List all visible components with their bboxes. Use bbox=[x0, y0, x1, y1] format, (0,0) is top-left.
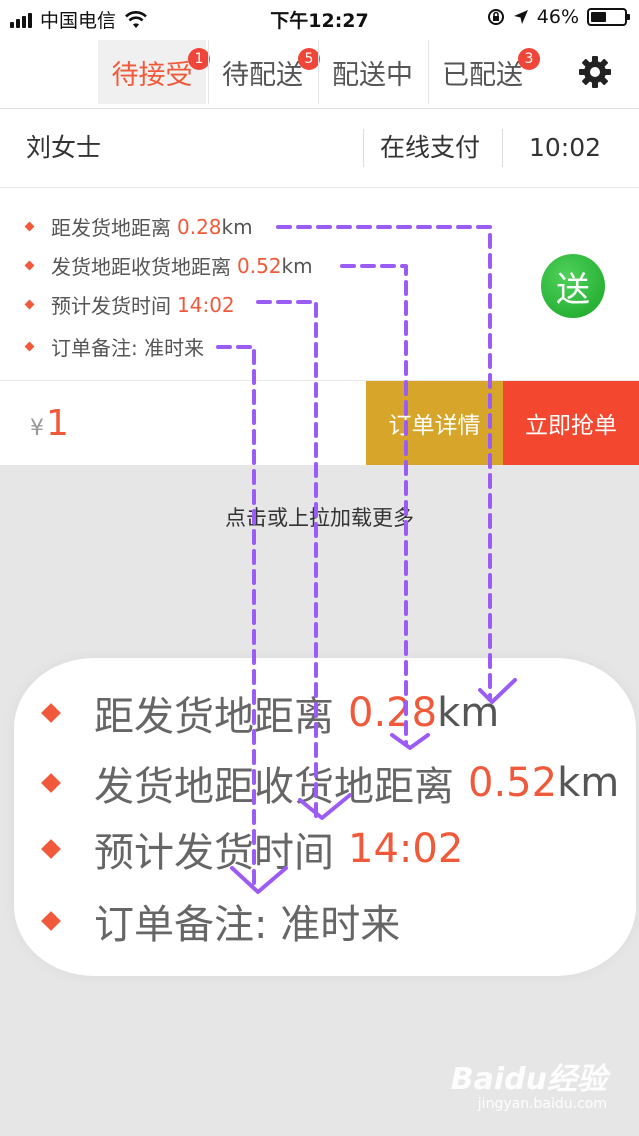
zoom-label: 预计发货时间 bbox=[94, 830, 334, 876]
bullet-icon bbox=[41, 911, 61, 931]
zoom-unit: km bbox=[437, 690, 500, 736]
tab-pending-delivery[interactable]: 待配送 5 bbox=[208, 40, 320, 104]
battery-percent: 46% bbox=[536, 6, 579, 28]
bullet-icon bbox=[24, 299, 35, 310]
tab-badge: 3 bbox=[518, 48, 540, 70]
tab-pending-accept[interactable]: 待接受 1 bbox=[98, 40, 210, 104]
detail-unit: km bbox=[281, 253, 313, 278]
zoom-value: 0.28 bbox=[348, 690, 438, 736]
tab-delivering[interactable]: 配送中 bbox=[318, 40, 426, 104]
order-details: 距发货地距离 0.28 km 发货地距收货地距离 0.52 km 预计发货时间 … bbox=[0, 188, 639, 381]
order-tab-bar: 待接受 1 待配送 5 配送中 已配送 3 bbox=[0, 36, 639, 109]
zoom-label: 发货地距收货地距离 bbox=[94, 764, 454, 810]
watermark-url: jingyan.baidu.com bbox=[477, 1096, 607, 1112]
detail-pickup-distance: 距发货地距离 0.28 km bbox=[24, 212, 253, 241]
zoom-value: 0.52 bbox=[468, 760, 558, 806]
zoom-value: 14:02 bbox=[348, 826, 464, 872]
price-value: 1 bbox=[46, 403, 69, 444]
detail-value: 0.52 bbox=[237, 253, 282, 278]
customer-name: 刘女士 bbox=[26, 133, 102, 162]
grab-order-button[interactable]: 立即抢单 bbox=[503, 381, 639, 465]
detail-label: 订单备注: 准时来 bbox=[51, 336, 205, 360]
detail-unit: km bbox=[221, 214, 253, 239]
zoom-delivery-distance: 发货地距收货地距离 0.52 km bbox=[41, 754, 620, 812]
currency-symbol: ¥ bbox=[30, 416, 44, 441]
zoom-pickup-distance: 距发货地距离 0.28 km bbox=[41, 684, 500, 742]
order-time: 10:02 bbox=[529, 133, 602, 162]
send-badge-button[interactable]: 送 bbox=[541, 254, 605, 318]
detail-estimated-time: 预计发货时间 14:02 bbox=[24, 290, 235, 319]
tab-label: 配送中 bbox=[332, 59, 413, 91]
bullet-icon bbox=[24, 260, 35, 271]
order-detail-button[interactable]: 订单详情 bbox=[366, 381, 503, 465]
order-price: ¥ 1 bbox=[30, 403, 69, 444]
bullet-icon bbox=[41, 773, 61, 793]
tab-badge: 1 bbox=[188, 48, 210, 70]
zoom-remark: 订单备注: 准时来 bbox=[41, 892, 401, 950]
location-arrow-icon bbox=[513, 10, 528, 24]
zoom-callout: 距发货地距离 0.28 km 发货地距收货地距离 0.52 km 预计发货时间 … bbox=[14, 658, 636, 976]
detail-label: 预计发货时间 bbox=[51, 294, 171, 318]
orientation-lock-icon bbox=[487, 9, 504, 25]
zoom-label: 距发货地距离 bbox=[94, 694, 334, 740]
tab-badge: 5 bbox=[298, 48, 320, 70]
order-header: 刘女士 在线支付 10:02 bbox=[0, 109, 639, 188]
bullet-icon bbox=[24, 221, 35, 232]
zoom-unit: km bbox=[557, 760, 620, 806]
zoom-estimated-time: 预计发货时间 14:02 bbox=[41, 820, 464, 878]
bullet-icon bbox=[41, 839, 61, 859]
bullet-icon bbox=[41, 703, 61, 723]
battery-icon bbox=[587, 8, 630, 26]
divider bbox=[502, 129, 503, 167]
status-bar: 中国电信 下午12:27 46% bbox=[0, 0, 639, 36]
detail-label: 发货地距收货地距离 bbox=[51, 255, 231, 279]
payment-method: 在线支付 bbox=[380, 133, 481, 162]
gear-icon[interactable] bbox=[577, 54, 613, 90]
detail-remark: 订单备注: 准时来 bbox=[24, 332, 205, 361]
tab-label: 已配送 bbox=[442, 59, 523, 91]
tab-label: 待配送 bbox=[222, 59, 303, 91]
watermark: Baidu经验 jingyan.baidu.com bbox=[451, 1054, 607, 1112]
status-right: 46% bbox=[487, 6, 630, 28]
order-actions: ¥ 1 订单详情 立即抢单 bbox=[0, 381, 639, 465]
load-more-link[interactable]: 点击或上拉加载更多 bbox=[0, 502, 639, 532]
watermark-brand: Baidu经验 bbox=[450, 1062, 607, 1097]
detail-value: 14:02 bbox=[177, 292, 235, 317]
detail-label: 距发货地距离 bbox=[51, 216, 171, 240]
zoom-label: 订单备注: 准时来 bbox=[94, 902, 401, 948]
tab-label: 待接受 bbox=[111, 59, 193, 91]
bullet-icon bbox=[24, 341, 35, 352]
divider bbox=[363, 129, 364, 167]
detail-value: 0.28 bbox=[177, 214, 222, 239]
detail-delivery-distance: 发货地距收货地距离 0.52 km bbox=[24, 251, 313, 280]
tab-delivered[interactable]: 已配送 3 bbox=[428, 40, 540, 104]
